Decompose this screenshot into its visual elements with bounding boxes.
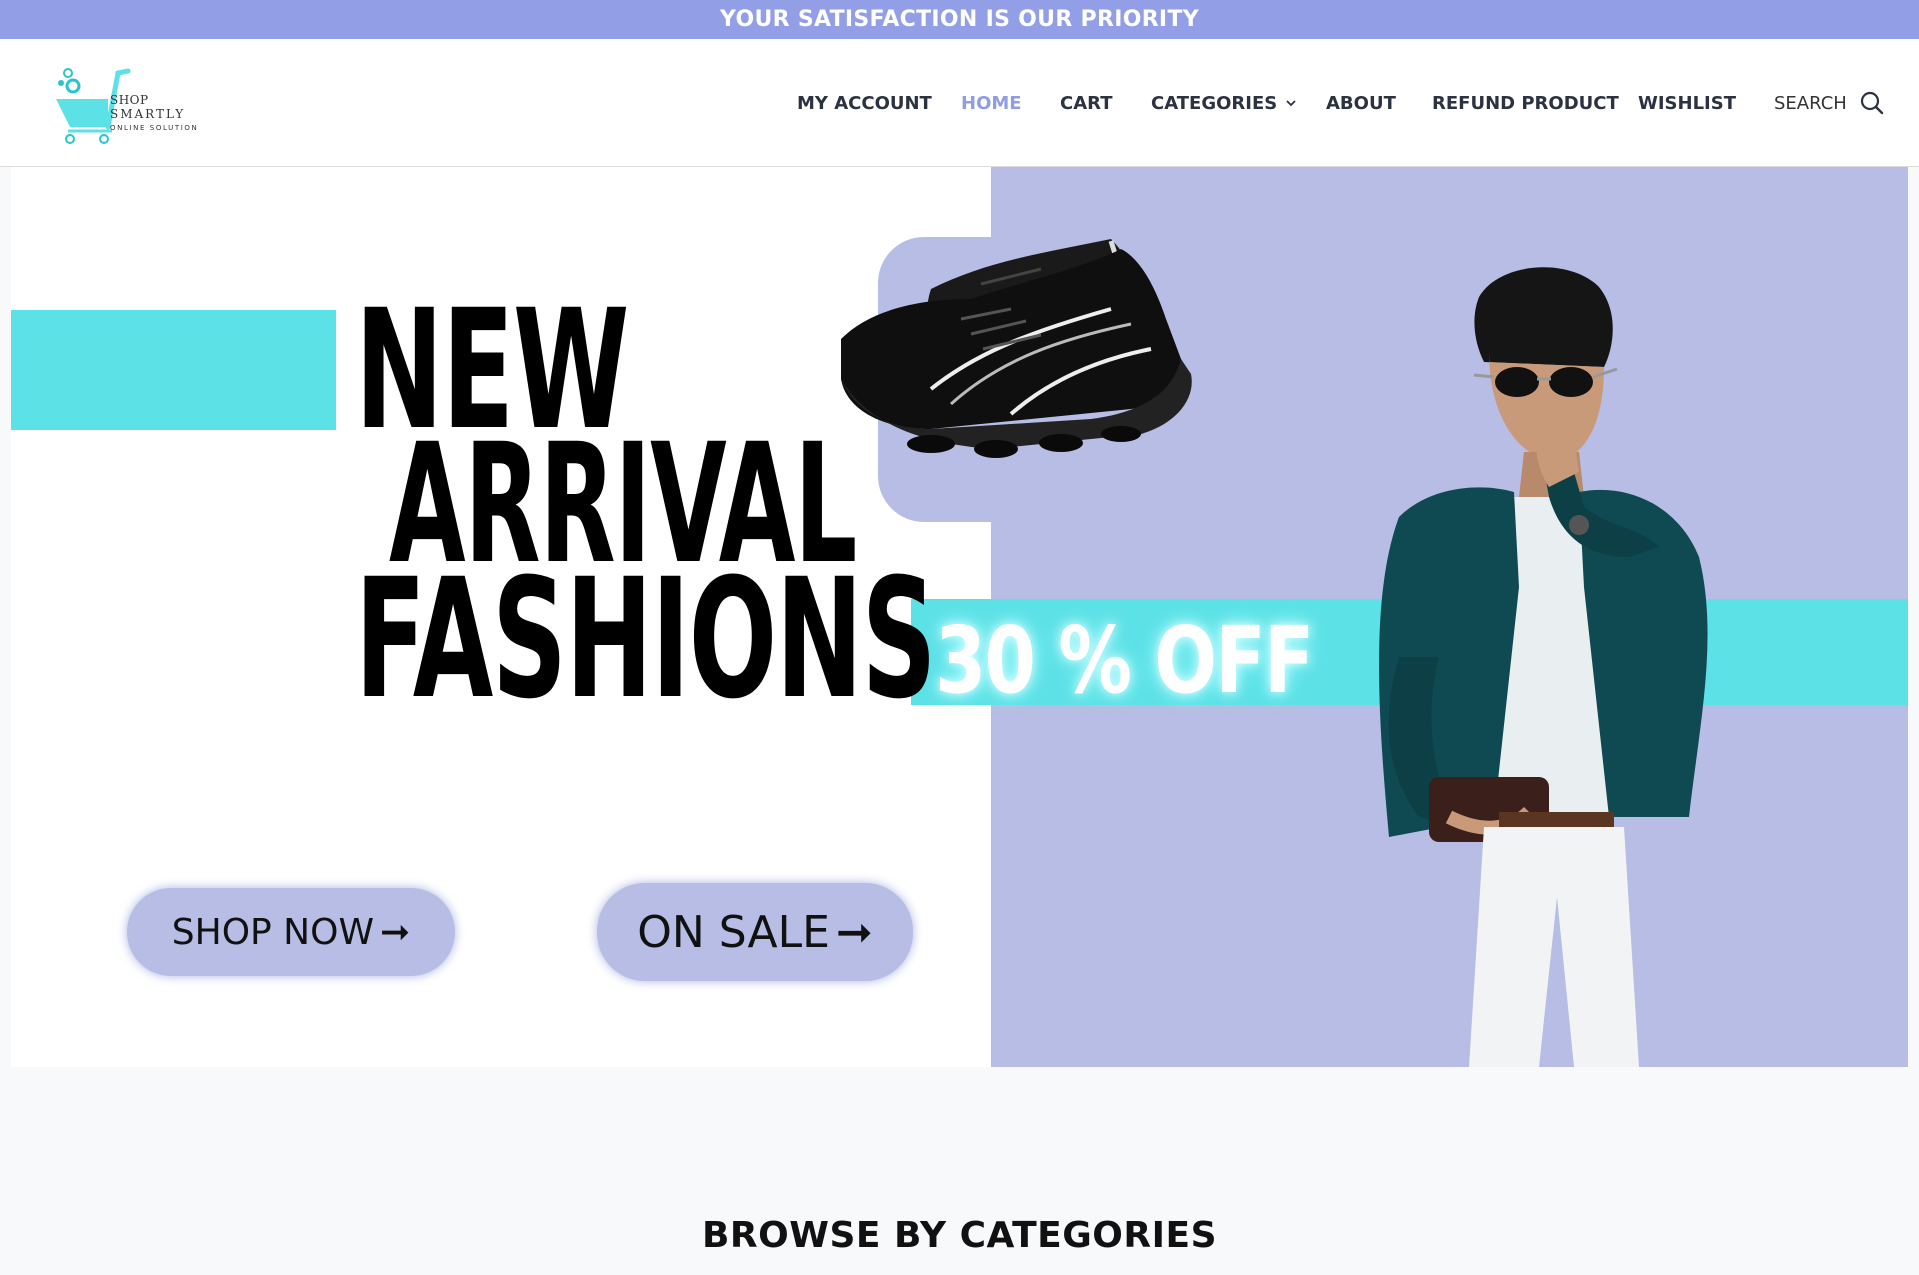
on-sale-button[interactable]: ON SALE ➞: [597, 883, 913, 981]
hero-banner[interactable]: NEW ARRIVAL FASHIONS 30 % OFF SHOP NOW ➞…: [11, 167, 1908, 1067]
search-button[interactable]: SEARCH: [1774, 39, 1885, 167]
main-nav: MY ACCOUNT HOME CART CATEGORIES ABOUT RE…: [0, 39, 1919, 167]
nav-wishlist[interactable]: WISHLIST: [1638, 39, 1736, 167]
shop-now-button[interactable]: SHOP NOW ➞: [127, 888, 455, 976]
arrow-right-icon: ➞: [380, 911, 411, 953]
on-sale-label: ON SALE: [637, 906, 830, 958]
nav-home[interactable]: HOME: [961, 39, 1022, 167]
shop-now-label: SHOP NOW: [171, 911, 375, 953]
model-photo: [1379, 267, 1708, 1067]
cyan-accent-block: [11, 310, 336, 430]
search-icon[interactable]: [1859, 90, 1885, 116]
headline-line-3: FASHIONS: [355, 543, 936, 735]
nav-refund-product-label: REFUND PRODUCT: [1432, 92, 1619, 114]
chevron-down-icon[interactable]: [1285, 97, 1297, 109]
nav-refund-product[interactable]: REFUND PRODUCT: [1432, 39, 1619, 167]
announcement-text: YOUR SATISFACTION IS OUR PRIORITY: [720, 7, 1199, 32]
sneakers-image: [841, 239, 1192, 458]
nav-wishlist-label: WISHLIST: [1638, 92, 1736, 114]
nav-cart[interactable]: CART: [1060, 39, 1112, 167]
nav-about[interactable]: ABOUT: [1326, 39, 1396, 167]
section-title: BROWSE BY CATEGORIES: [701, 1215, 1218, 1256]
nav-about-label: ABOUT: [1326, 92, 1396, 114]
nav-my-account-label: MY ACCOUNT: [797, 92, 932, 114]
nav-home-label: HOME: [961, 92, 1022, 114]
nav-categories-label: CATEGORIES: [1151, 92, 1278, 114]
search-label: SEARCH: [1774, 92, 1847, 114]
announcement-bar: YOUR SATISFACTION IS OUR PRIORITY: [0, 0, 1919, 39]
nav-categories[interactable]: CATEGORIES: [1151, 39, 1297, 167]
nav-cart-label: CART: [1060, 92, 1113, 114]
nav-my-account[interactable]: MY ACCOUNT: [797, 39, 932, 167]
discount-text: 30 % OFF: [935, 607, 1314, 714]
arrow-right-icon: ➞: [835, 906, 873, 958]
